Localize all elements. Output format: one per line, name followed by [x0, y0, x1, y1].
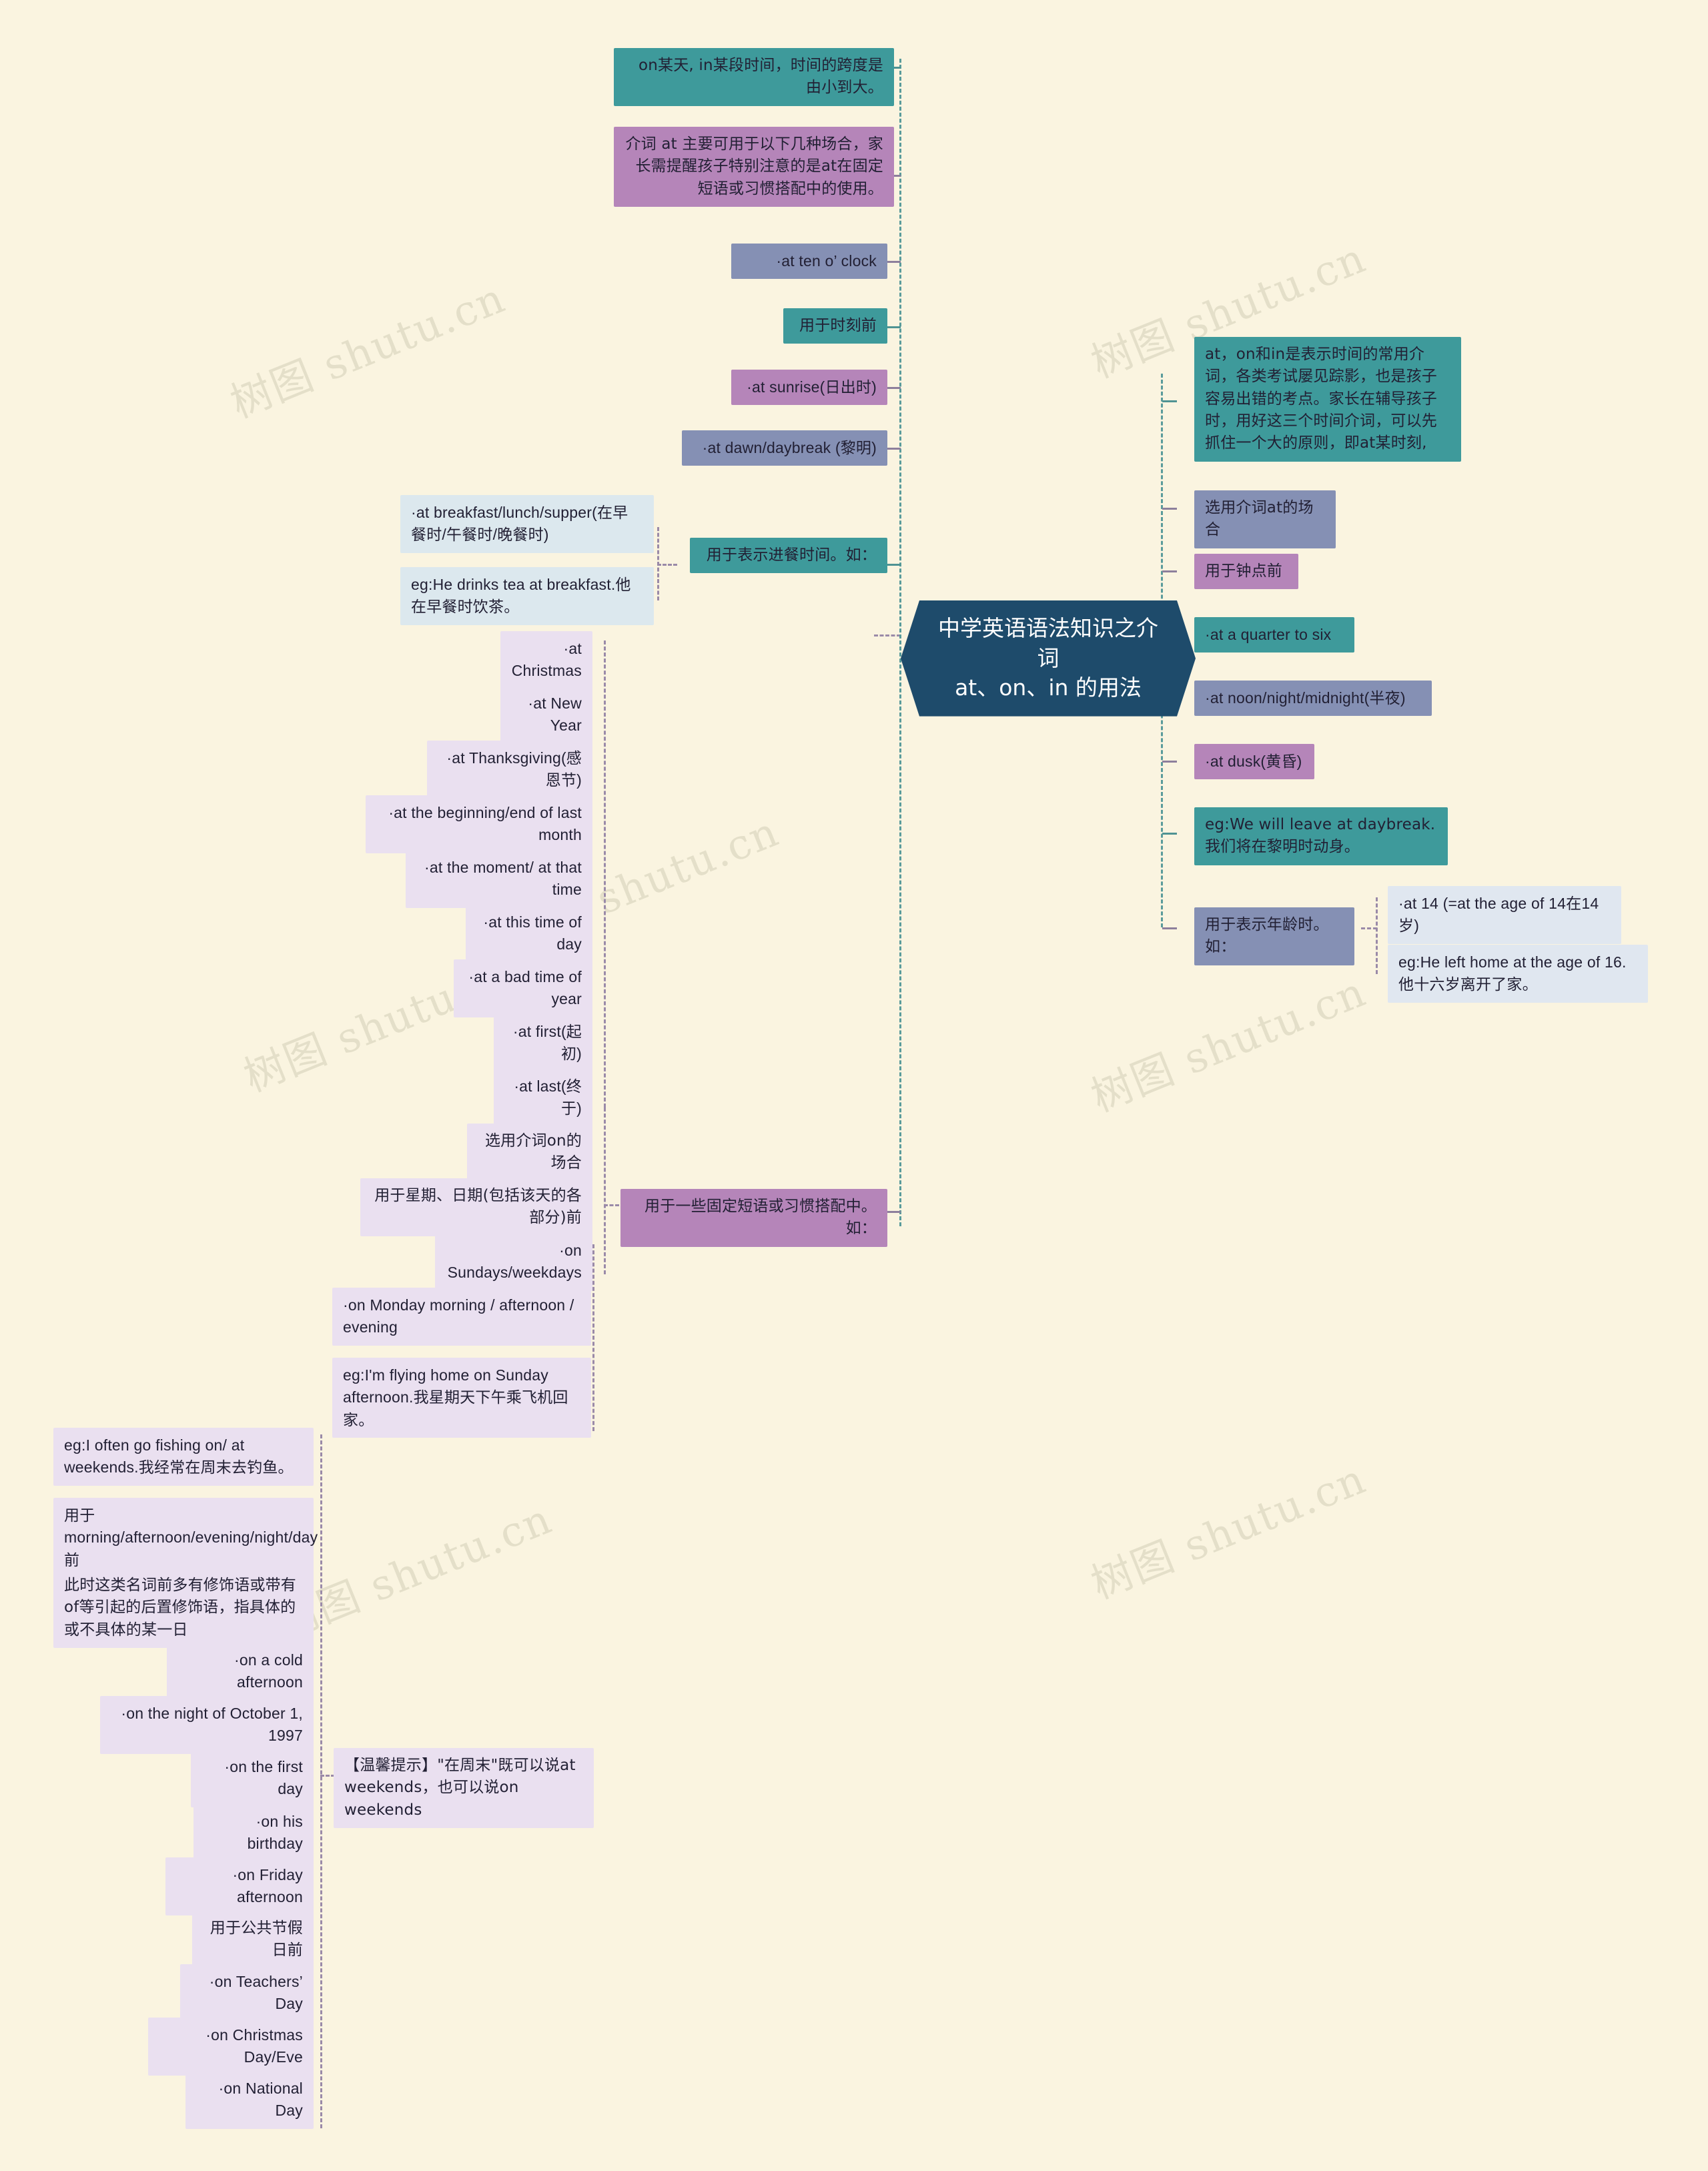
node-at-dusk[interactable]: ·at dusk(黄昏): [1194, 744, 1314, 780]
node-at-quarter-to-six[interactable]: ·at a quarter to six: [1194, 617, 1354, 653]
central-topic[interactable]: 中学英语语法知识之介词 at、on、in 的用法: [901, 600, 1196, 717]
connector: [320, 1434, 322, 2128]
connector-stub: [887, 326, 901, 328]
node-for-age[interactable]: 用于表示年龄时。如：: [1194, 907, 1354, 965]
node-at-cases[interactable]: 选用介词at的场合: [1194, 490, 1336, 548]
node-at-dawn-daybreak[interactable]: ·at dawn/daybreak (黎明): [682, 430, 887, 466]
node-at-sunrise[interactable]: ·at sunrise(日出时): [731, 370, 887, 406]
node-overview[interactable]: at，on和in是表示时间的常用介词，各类考试屡见踪影，也是孩子容易出错的考点。…: [1194, 337, 1461, 462]
connector-stub: [1162, 761, 1177, 763]
node-on-friday-afternoon[interactable]: ·on Friday afternoon: [165, 1857, 314, 1915]
node-for-clock-time[interactable]: 用于时刻前: [783, 308, 887, 344]
watermark: 树图 shutu.cn: [1084, 1454, 1373, 1609]
watermark: 树图 shutu.cn: [1084, 967, 1373, 1122]
node-for-oclock[interactable]: 用于钟点前: [1194, 554, 1298, 590]
connector-stub: [1162, 508, 1177, 510]
node-at-new-year[interactable]: ·at New Year: [500, 686, 592, 744]
connector-stub: [887, 1211, 901, 1213]
node-modifier-note[interactable]: 此时这类名词前多有修饰语或带有of等引起的后置修饰语，指具体的或不具体的某一日: [53, 1568, 314, 1649]
central-topic-line2: at、on、in 的用法: [955, 675, 1142, 701]
node-for-public-holiday[interactable]: 用于公共节假日前: [192, 1911, 314, 1969]
node-intro-on-in[interactable]: on某天, in某段时间，时间的跨度是由小到大。: [614, 48, 894, 106]
connector-left-trunk: [899, 59, 901, 1226]
connector-stub: [1162, 833, 1177, 835]
connector-stub: [1162, 400, 1177, 402]
connector-stub: [887, 387, 901, 389]
node-on-monday-parts[interactable]: ·on Monday morning / afternoon / evening: [332, 1288, 591, 1346]
node-eg-breakfast[interactable]: eg:He drinks tea at breakfast.他在早餐时饮茶。: [400, 567, 654, 625]
node-on-national-day[interactable]: ·on National Day: [185, 2071, 314, 2129]
connector-stub: [1162, 570, 1177, 572]
node-eg-left-home[interactable]: eg:He left home at the age of 16.他十六岁离开了…: [1388, 945, 1648, 1003]
node-at-thanksgiving[interactable]: ·at Thanksgiving(感恩节): [427, 741, 592, 799]
connector: [874, 634, 901, 636]
connector-stub: [1162, 927, 1177, 929]
node-on-his-birthday[interactable]: ·on his birthday: [193, 1804, 314, 1862]
node-on-christmas-day-eve[interactable]: ·on Christmas Day/Eve: [148, 2018, 314, 2076]
node-at-beginning-end[interactable]: ·at the beginning/end of last month: [366, 795, 592, 853]
node-on-first-day[interactable]: ·on the first day: [191, 1749, 314, 1807]
node-at-this-time-of-day[interactable]: ·at this time of day: [466, 905, 592, 963]
connector: [604, 640, 606, 1108]
node-for-weekday-date[interactable]: 用于星期、日期(包括该天的各部分)前: [360, 1178, 592, 1236]
connector-stub: [887, 261, 901, 263]
node-at-meal[interactable]: ·at breakfast/lunch/supper(在早餐时/午餐时/晚餐时): [400, 495, 654, 553]
connector: [604, 1108, 606, 1274]
node-at-first[interactable]: ·at first(起初): [494, 1014, 592, 1072]
node-at-ten-oclock[interactable]: ·at ten o’ clock: [731, 244, 887, 280]
node-at-christmas[interactable]: ·at Christmas: [500, 631, 592, 689]
node-fixed-phrases[interactable]: 用于一些固定短语或习惯搭配中。如：: [620, 1189, 887, 1247]
node-at-noon-night-midnight[interactable]: ·at noon/night/midnight(半夜): [1194, 681, 1432, 717]
node-on-cases[interactable]: 选用介词on的场合: [467, 1124, 592, 1182]
node-on-teachers-day[interactable]: ·on Teachers’ Day: [180, 1964, 314, 2022]
connector-stub: [887, 564, 901, 566]
node-on-cold-afternoon[interactable]: ·on a cold afternoon: [167, 1643, 314, 1701]
node-eg-fishing[interactable]: eg:I often go fishing on/ at weekends.我经…: [53, 1428, 314, 1486]
node-for-meal-time[interactable]: 用于表示进餐时间。如：: [690, 538, 887, 574]
connector-stub: [887, 448, 901, 450]
node-eg-daybreak[interactable]: eg:We will leave at daybreak.我们将在黎明时动身。: [1194, 807, 1448, 865]
node-on-sundays-weekdays[interactable]: ·on Sundays/weekdays: [435, 1233, 592, 1291]
node-at-bad-time-of-year[interactable]: ·at a bad time of year: [454, 959, 592, 1017]
node-tip-weekends[interactable]: 【温馨提示】"在周末"既可以说at weekends，也可以说on weeken…: [334, 1748, 594, 1829]
node-on-night-of-october[interactable]: ·on the night of October 1, 1997: [100, 1696, 314, 1754]
node-for-parts-of-day[interactable]: 用于morning/afternoon/evening/night/day前: [53, 1498, 318, 1579]
node-at-intro[interactable]: 介词 at 主要可用于以下几种场合，家长需提醒孩子特别注意的是at在固定短语或习…: [614, 127, 894, 207]
connector: [1361, 927, 1377, 929]
connector: [657, 564, 677, 566]
watermark: 树图 shutu.cn: [224, 273, 512, 428]
node-at-last[interactable]: ·at last(终于): [494, 1069, 592, 1127]
central-topic-line1: 中学英语语法知识之介词: [938, 615, 1158, 671]
node-at-the-moment[interactable]: ·at the moment/ at that time: [406, 850, 592, 908]
connector: [592, 1244, 594, 1431]
node-at-14[interactable]: ·at 14 (=at the age of 14在14岁): [1388, 886, 1621, 944]
connector: [1376, 897, 1378, 974]
node-eg-flying-home[interactable]: eg:I'm flying home on Sunday afternoon.我…: [332, 1358, 591, 1438]
